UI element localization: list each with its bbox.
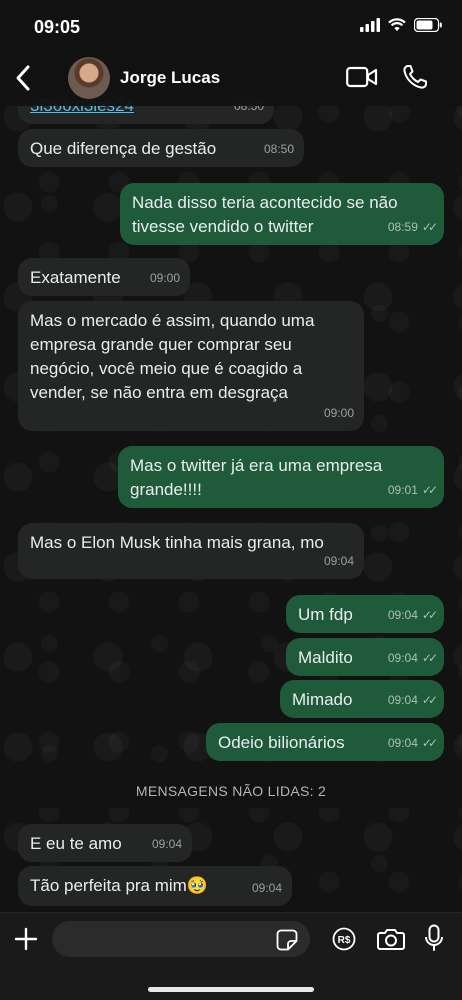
message-time: 09:04 (387, 608, 418, 622)
message-bubble-incoming[interactable]: Mas o mercado é assim, quando uma empres… (18, 301, 364, 431)
pix-payment-icon[interactable]: R$ (332, 927, 356, 951)
message-text: Mas o twitter já era uma empresa grande!… (130, 456, 383, 499)
message-bubble-outgoing[interactable]: Um fdp 09:04 ✓✓ (286, 595, 444, 633)
message-time: 09:04 (251, 881, 282, 895)
chat-header: Jorge Lucas (0, 50, 462, 106)
video-call-icon[interactable] (346, 66, 378, 88)
wifi-icon (388, 18, 406, 31)
message-time: 08:50 (263, 142, 294, 156)
message-input[interactable] (52, 921, 310, 957)
message-text: E eu te amo (30, 834, 122, 853)
message-text: Tão perfeita pra mim🥹 (30, 876, 209, 895)
battery-icon (414, 18, 442, 32)
message-bubble-outgoing[interactable]: Nada disso teria acontecido se não tives… (120, 183, 444, 245)
message-text: Nada disso teria acontecido se não tives… (132, 193, 398, 236)
sticker-icon[interactable] (276, 929, 298, 951)
message-bubble-incoming[interactable]: Exatamente 09:00 (18, 258, 190, 296)
chat-area[interactable]: 3l366xl3les24 08:50 Que diferença de ges… (0, 0, 462, 912)
message-bubble-outgoing[interactable]: Mas o twitter já era uma empresa grande!… (118, 446, 444, 508)
unread-messages-banner: MENSAGENS NÃO LIDAS: 2 (0, 774, 462, 808)
message-text: Mas o Elon Musk tinha mais grana, mo (30, 533, 324, 552)
contact-name[interactable]: Jorge Lucas (120, 68, 220, 88)
message-time: 08:59 (387, 220, 418, 234)
message-time: 09:00 (323, 406, 354, 420)
message-text: Mas o mercado é assim, quando uma empres… (30, 311, 315, 402)
message-time: 09:04 (387, 693, 418, 707)
status-icons (360, 18, 442, 32)
message-time: 09:04 (323, 554, 354, 568)
read-ticks-icon: ✓✓ (421, 693, 438, 707)
read-ticks-icon: ✓✓ (421, 736, 438, 750)
chevron-left-icon[interactable] (12, 64, 36, 92)
status-time: 09:05 (34, 17, 81, 37)
message-text: Maldito (298, 648, 353, 667)
message-time: 09:01 (387, 483, 418, 497)
read-ticks-icon: ✓✓ (421, 220, 438, 234)
read-ticks-icon: ✓✓ (421, 608, 438, 622)
message-time: 09:04 (151, 837, 182, 851)
message-bubble-outgoing[interactable]: Mimado 09:04 ✓✓ (280, 680, 444, 718)
message-text: Mimado (292, 690, 353, 709)
read-ticks-icon: ✓✓ (421, 483, 438, 497)
message-text: Odeio bilionários (218, 733, 345, 752)
svg-text:R$: R$ (338, 935, 351, 946)
message-time: 09:04 (387, 736, 418, 750)
plus-icon[interactable] (14, 927, 38, 951)
message-input-bar: R$ (0, 912, 462, 1000)
avatar[interactable] (68, 57, 110, 99)
message-time: 09:04 (387, 651, 418, 665)
home-indicator[interactable] (148, 987, 314, 992)
message-time: 09:00 (149, 271, 180, 285)
status-bar: 09:05 (0, 0, 462, 50)
message-bubble-outgoing[interactable]: Odeio bilionários 09:04 ✓✓ (206, 723, 444, 761)
camera-icon[interactable] (377, 927, 405, 951)
phone-icon[interactable] (402, 64, 428, 90)
message-bubble-incoming[interactable]: E eu te amo 09:04 (18, 824, 192, 862)
signal-icon (360, 18, 380, 32)
message-text: Um fdp (298, 605, 353, 624)
microphone-icon[interactable] (424, 924, 444, 952)
read-ticks-icon: ✓✓ (421, 651, 438, 665)
message-text: Exatamente (30, 268, 121, 287)
message-bubble-incoming[interactable]: Que diferença de gestão 08:50 (18, 129, 304, 167)
message-text: Que diferença de gestão (30, 139, 217, 158)
message-bubble-incoming[interactable]: Mas o Elon Musk tinha mais grana, mo 09:… (18, 523, 364, 579)
message-bubble-incoming[interactable]: Tão perfeita pra mim🥹 09:04 (18, 866, 292, 906)
message-bubble-outgoing[interactable]: Maldito 09:04 ✓✓ (286, 638, 444, 676)
